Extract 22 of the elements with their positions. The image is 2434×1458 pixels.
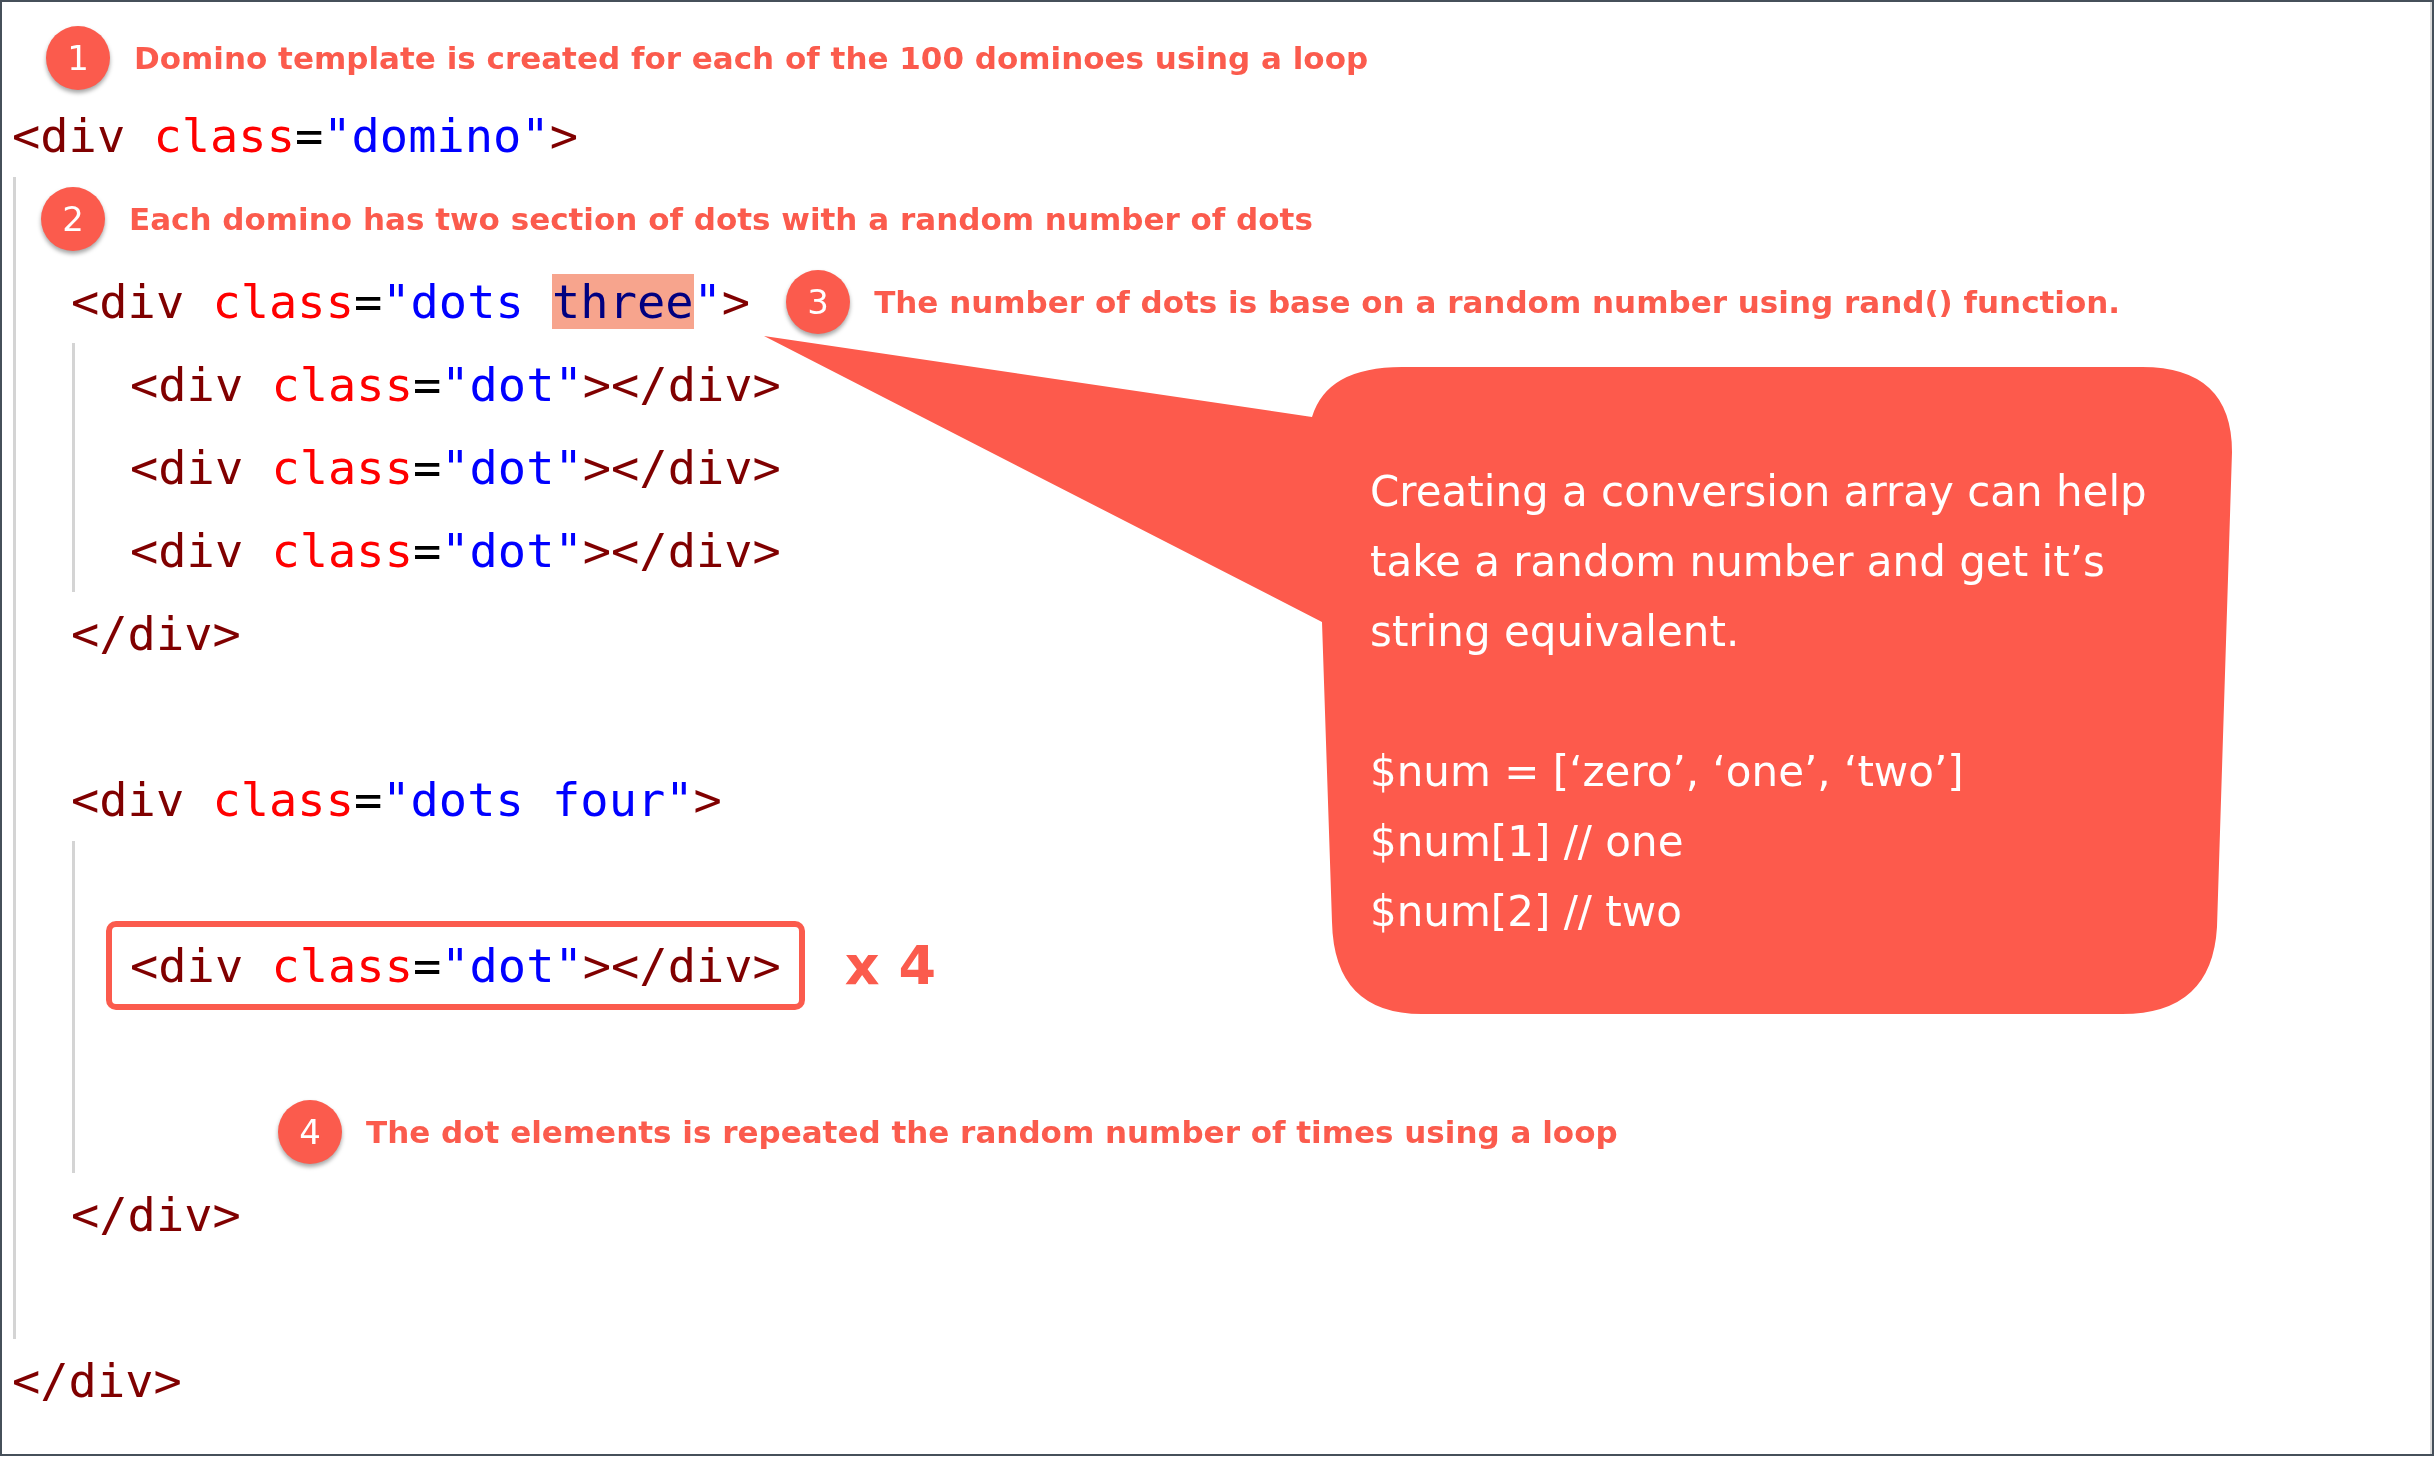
number-badge: 3	[786, 269, 851, 334]
code-line: </div>	[71, 604, 241, 663]
annotation-text: The dot elements is repeated the random number of times using a loop	[366, 1113, 1618, 1150]
callout-text: Creating a conversion array can help take a random number and get it’s string equivalent.	[1370, 466, 2147, 658]
code-line: <div class="domino">	[12, 106, 578, 165]
code-line: <div class="dots three">	[71, 272, 751, 331]
repeat-label: x 4	[844, 934, 937, 997]
number-badge: 4	[278, 1099, 342, 1164]
code-line: <div class="dot"></div>	[130, 355, 781, 414]
annotation-text: The number of dots is base on a random number using rand() function.	[874, 283, 2121, 320]
number-badge: 2	[41, 186, 105, 251]
callout-code-line: $num[1] // one	[1370, 816, 1685, 868]
code-line: </div>	[71, 1185, 241, 1244]
code-line: <div class="dot"></div>	[130, 438, 781, 497]
annotation-text: Each domino has two section of dots with a random number of dots	[129, 200, 1313, 237]
callout-code-line: $num[2] // two	[1370, 886, 1683, 938]
code-line: <div class="dot"></div>	[130, 521, 781, 580]
callout-code-line: $num = [‘zero’, ‘one’, ‘two’]	[1370, 746, 1965, 798]
annotation-text: Domino template is created for each of the 100 dominoes using a loop	[134, 40, 1369, 76]
code-line: </div>	[12, 1351, 182, 1410]
code-line: <div class="dots four">	[71, 770, 722, 829]
number-badge: 1	[46, 26, 110, 90]
